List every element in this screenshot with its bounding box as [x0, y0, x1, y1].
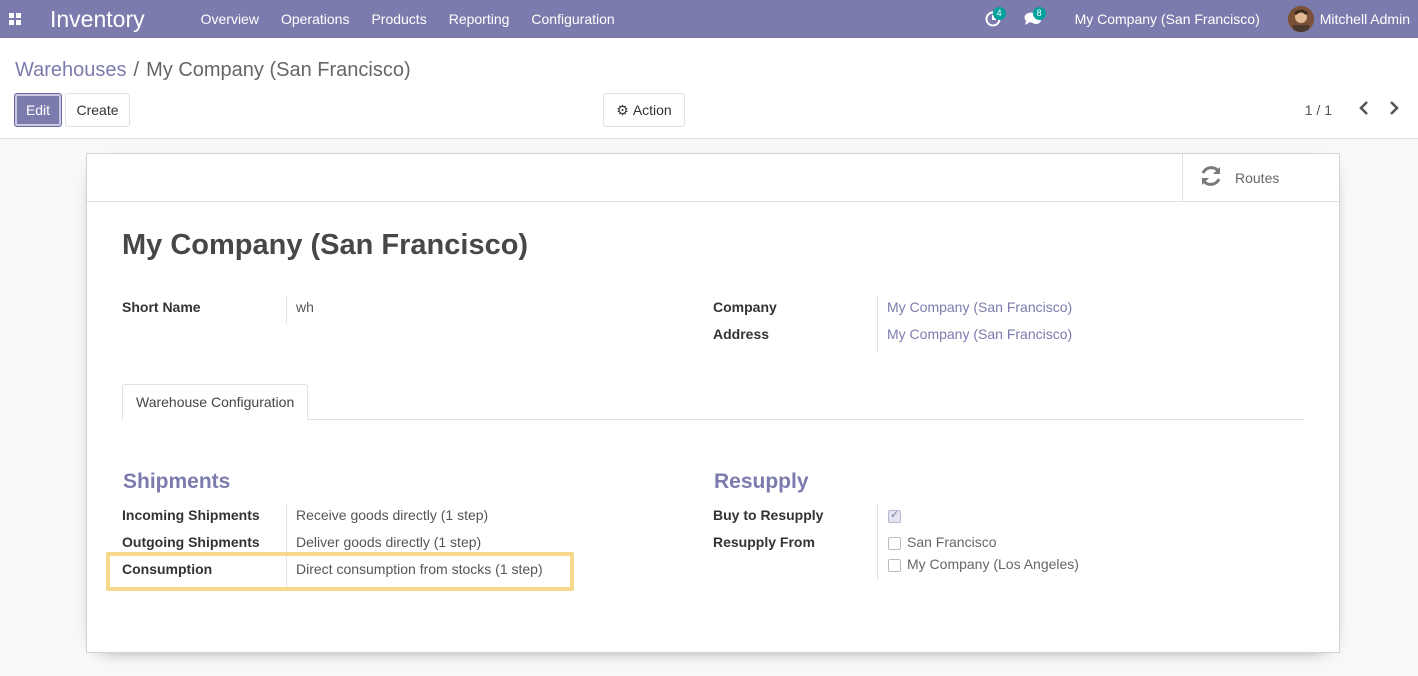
- breadcrumb-current: My Company (San Francisco): [146, 59, 411, 81]
- address-label: Address: [713, 326, 770, 342]
- menu-overview[interactable]: Overview: [190, 0, 270, 38]
- tab-warehouse-configuration[interactable]: Warehouse Configuration: [122, 384, 309, 420]
- menu-reporting[interactable]: Reporting: [438, 0, 521, 38]
- avatar: [1287, 6, 1314, 32]
- app-brand[interactable]: Inventory: [50, 6, 145, 33]
- menu-products[interactable]: Products: [360, 0, 437, 38]
- edit-button[interactable]: Edit: [14, 93, 62, 127]
- menu-configuration[interactable]: Configuration: [520, 0, 625, 38]
- resupply-heading: Resupply: [714, 470, 809, 493]
- gear-icon: ⚙: [616, 101, 629, 118]
- resupply-option-san-francisco: San Francisco: [907, 534, 997, 550]
- divider: [877, 504, 878, 580]
- buy-to-resupply-checkbox[interactable]: [888, 508, 901, 523]
- divider: [286, 296, 287, 324]
- company-label: Company: [713, 299, 777, 315]
- pager-previous-button[interactable]: [1352, 96, 1376, 120]
- divider: [877, 296, 878, 352]
- top-navbar: Inventory Overview Operations Products R…: [0, 0, 1418, 38]
- resupply-from-checkbox-los-angeles[interactable]: [888, 559, 901, 572]
- record-title: My Company (San Francisco): [122, 229, 529, 261]
- messages-button[interactable]: 8: [1013, 0, 1053, 38]
- pager-next-button[interactable]: [1382, 96, 1406, 120]
- breadcrumb: Warehouses / My Company (San Francisco): [15, 59, 411, 82]
- button-box: Routes: [87, 154, 1339, 202]
- form-sheet: Routes My Company (San Francisco) Short …: [86, 153, 1340, 653]
- chevron-right-icon: [1390, 101, 1399, 115]
- activity-count-badge: 4: [992, 7, 1006, 20]
- user-name: Mitchell Admin: [1319, 11, 1410, 27]
- consumption-highlight: [106, 552, 574, 591]
- resupply-from-checkbox-san-francisco[interactable]: [888, 537, 901, 550]
- refresh-icon: [1199, 164, 1223, 192]
- address-link[interactable]: My Company (San Francisco): [887, 326, 1072, 342]
- menu-operations[interactable]: Operations: [270, 0, 360, 38]
- chevron-left-icon: [1359, 101, 1368, 115]
- control-panel: Warehouses / My Company (San Francisco) …: [0, 38, 1418, 139]
- incoming-shipments-label: Incoming Shipments: [122, 507, 260, 523]
- company-switcher[interactable]: My Company (San Francisco): [1061, 11, 1274, 27]
- buy-to-resupply-label: Buy to Resupply: [713, 507, 824, 523]
- short-name-label: Short Name: [122, 299, 201, 315]
- company-link[interactable]: My Company (San Francisco): [887, 299, 1072, 315]
- incoming-shipments-value: Receive goods directly (1 step): [296, 507, 489, 523]
- routes-button[interactable]: Routes: [1182, 154, 1339, 202]
- create-button[interactable]: Create: [65, 93, 130, 127]
- short-name-value: wh: [296, 299, 314, 315]
- pager-value[interactable]: 1 / 1: [1305, 102, 1332, 118]
- action-button[interactable]: ⚙ Action: [603, 93, 685, 127]
- main-menu: Overview Operations Products Reporting C…: [190, 0, 626, 38]
- breadcrumb-warehouses[interactable]: Warehouses: [15, 59, 127, 82]
- breadcrumb-separator: /: [133, 59, 140, 81]
- message-count-badge: 8: [1032, 7, 1046, 20]
- user-menu[interactable]: Mitchell Admin: [1274, 6, 1418, 32]
- outgoing-shipments-value: Deliver goods directly (1 step): [296, 534, 482, 550]
- resupply-option-los-angeles: My Company (Los Angeles): [907, 556, 1079, 572]
- apps-menu-icon[interactable]: [0, 0, 30, 38]
- systray: 4 8 My Company (San Francisco) Mitchell …: [973, 0, 1418, 38]
- action-label: Action: [632, 102, 672, 118]
- outgoing-shipments-label: Outgoing Shipments: [122, 534, 260, 550]
- shipments-heading: Shipments: [123, 470, 231, 493]
- resupply-from-label: Resupply From: [713, 534, 815, 550]
- routes-label: Routes: [1235, 170, 1280, 186]
- activity-button[interactable]: 4: [973, 0, 1013, 38]
